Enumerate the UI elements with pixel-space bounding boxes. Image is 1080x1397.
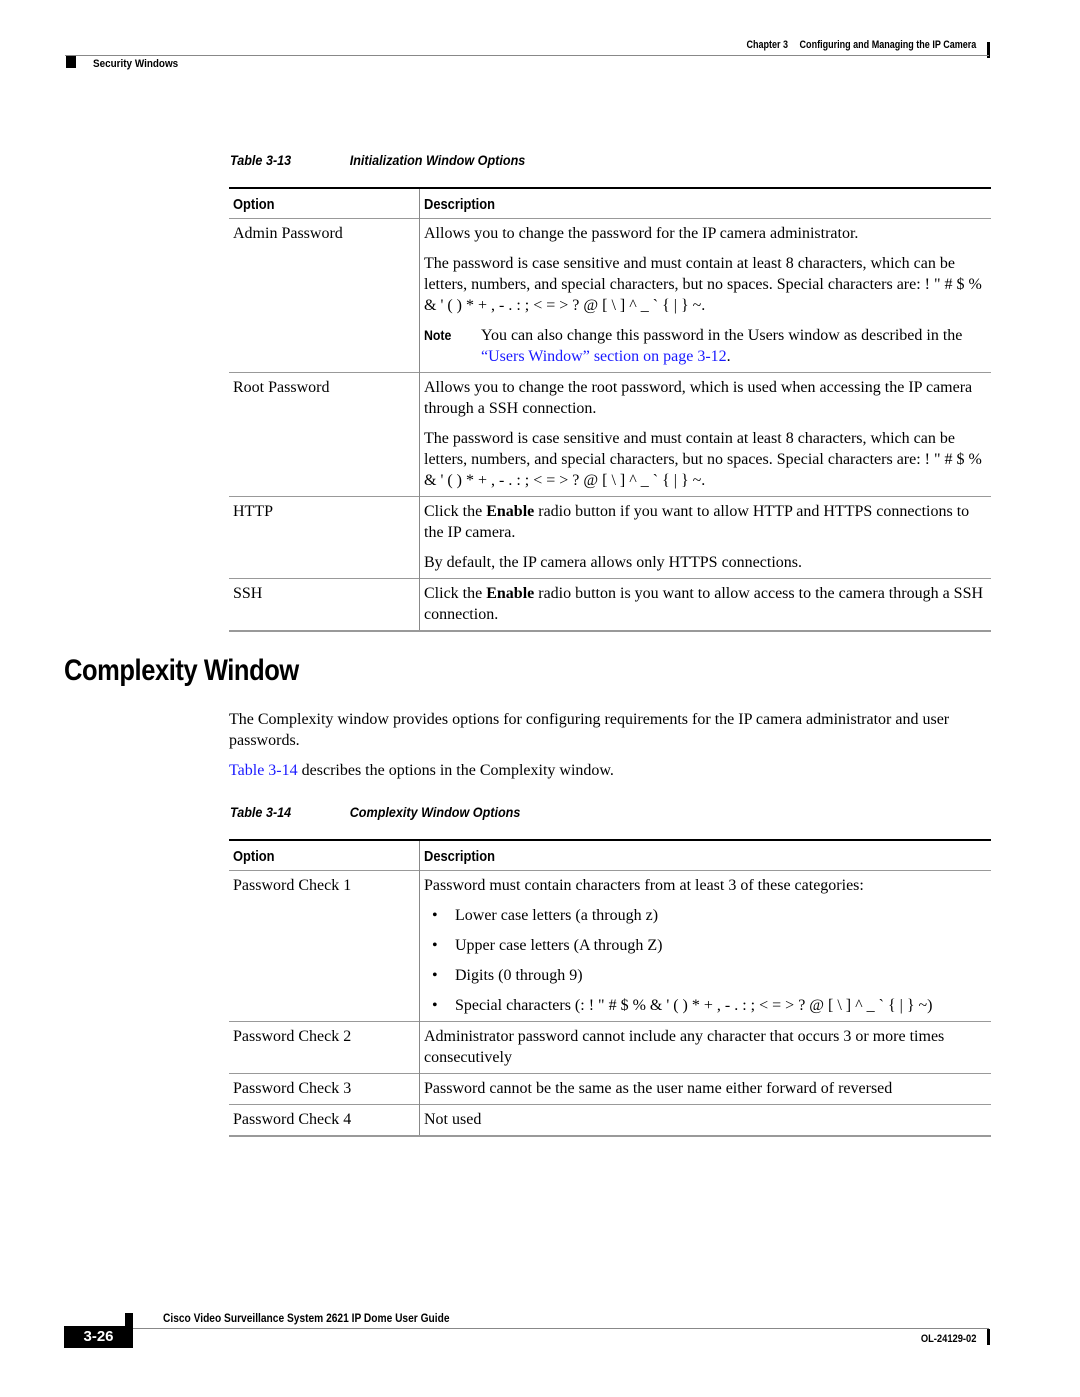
option-cell: SSH (229, 578, 420, 631)
bullet-icon: • (432, 907, 438, 924)
description-cell: Click the Enable radio button if you wan… (420, 497, 992, 579)
table-row: Password Check 4 Not used (229, 1104, 991, 1136)
page-number: 3-26 (64, 1326, 133, 1348)
chapter-title: Configuring and Managing the IP Camera (799, 39, 976, 51)
running-header-section: Security Windows (93, 58, 179, 70)
description-cell: Administrator password cannot include an… (424, 1028, 945, 1066)
note-block: Note You can also change this password i… (424, 325, 987, 367)
list-item: • Upper case letters (A through Z) (432, 937, 663, 954)
table-caption: Table 3-13 Initialization Window Options (230, 152, 525, 168)
users-window-link[interactable]: “Users Window” section on page 3-12 (481, 348, 727, 365)
description-text: By default, the IP camera allows only HT… (424, 554, 802, 571)
table-number: Table 3-13 (230, 152, 292, 168)
table-header-row: Option Description (229, 840, 991, 871)
list-item: • Digits (0 through 9) (432, 967, 583, 984)
description-text: Allows you to change the password for th… (424, 225, 859, 242)
initialization-options-table: Option Description Admin Password Allows… (229, 187, 991, 632)
table-row: Password Check 1 Password must contain c… (229, 870, 992, 1022)
option-cell: Password Check 2 (229, 1021, 420, 1074)
table-title: Complexity Window Options (349, 804, 521, 820)
chapter-number: Chapter 3 (746, 39, 788, 51)
description-text: The password is case sensitive and must … (424, 255, 982, 314)
category-list: • Lower case letters (a through z) • Upper… (424, 905, 987, 1016)
option-cell: Admin Password (229, 218, 420, 373)
intro-paragraph: The Complexity window provides options f… (229, 711, 950, 749)
column-header-option: Option (229, 840, 420, 871)
table-number: Table 3-14 (230, 804, 292, 820)
description-cell: Password cannot be the same as the user … (424, 1080, 893, 1097)
description-cell: Allows you to change the password for th… (420, 219, 992, 373)
footer-edge-bar (987, 1329, 990, 1345)
table-title: Initialization Window Options (349, 152, 526, 168)
option-cell: Password Check 1 (229, 870, 420, 1022)
bullet-icon: • (432, 967, 438, 984)
complexity-options-table: Option Description Password Check 1 Pass… (229, 839, 991, 1137)
description-text: The password is case sensitive and must … (424, 430, 982, 489)
bullet-icon: • (432, 937, 438, 954)
option-cell: HTTP (229, 496, 420, 579)
description-text: Click the Enable radio button if you wan… (424, 503, 970, 541)
description-cell: Allows you to change the root password, … (420, 373, 992, 497)
table-row: Admin Password Allows you to change the … (229, 218, 992, 373)
option-cell: Root Password (229, 372, 420, 497)
table-reference-link[interactable]: Table 3-14 (229, 762, 298, 779)
table-row: Root Password Allows you to change the r… (229, 372, 992, 497)
description-text: Allows you to change the root password, … (424, 379, 973, 417)
table-header-row: Option Description (229, 188, 991, 219)
header-rule (65, 55, 989, 56)
description-cell: Not used (424, 1111, 482, 1128)
footer-rule (133, 1328, 989, 1329)
list-item: • Lower case letters (a through z) (432, 907, 659, 924)
bullet-icon: • (432, 997, 438, 1014)
note-label: Note (424, 327, 452, 343)
column-header-option: Option (229, 188, 420, 219)
table-row: Password Check 3 Password cannot be the … (229, 1073, 991, 1105)
header-square-marker (66, 56, 76, 68)
list-item: • Special characters (: ! " # $ % & ' ( )… (432, 997, 933, 1014)
option-cell: Password Check 3 (229, 1073, 420, 1105)
document-number: OL-24129-02 (920, 1333, 976, 1345)
running-header-chapter: Chapter 3 Configuring and Managing the IP… (746, 39, 976, 51)
footer-square-marker (125, 1313, 133, 1326)
section-heading: Complexity Window (64, 654, 299, 687)
description-cell: Click the Enable radio button is you wan… (420, 579, 992, 632)
footer-guide-title: Cisco Video Surveillance System 2621 IP … (163, 1311, 450, 1325)
description-cell: Password must contain characters from at… (420, 871, 992, 1022)
description-text: Click the Enable radio button is you wan… (424, 585, 984, 623)
table-row: HTTP Click the Enable radio button if yo… (229, 496, 992, 579)
table-caption: Table 3-14 Complexity Window Options (230, 804, 520, 820)
table-row: SSH Click the Enable radio button is you… (229, 578, 992, 632)
column-header-description: Description (424, 847, 495, 865)
table-row: Password Check 2 Administrator password … (229, 1021, 991, 1074)
reference-paragraph: Table 3-14 describes the options in the … (229, 762, 614, 779)
note-text: You can also change this password in the… (481, 327, 963, 365)
column-header-description: Description (424, 195, 495, 213)
description-text: Password must contain characters from at… (424, 877, 864, 894)
option-cell: Password Check 4 (229, 1104, 420, 1136)
